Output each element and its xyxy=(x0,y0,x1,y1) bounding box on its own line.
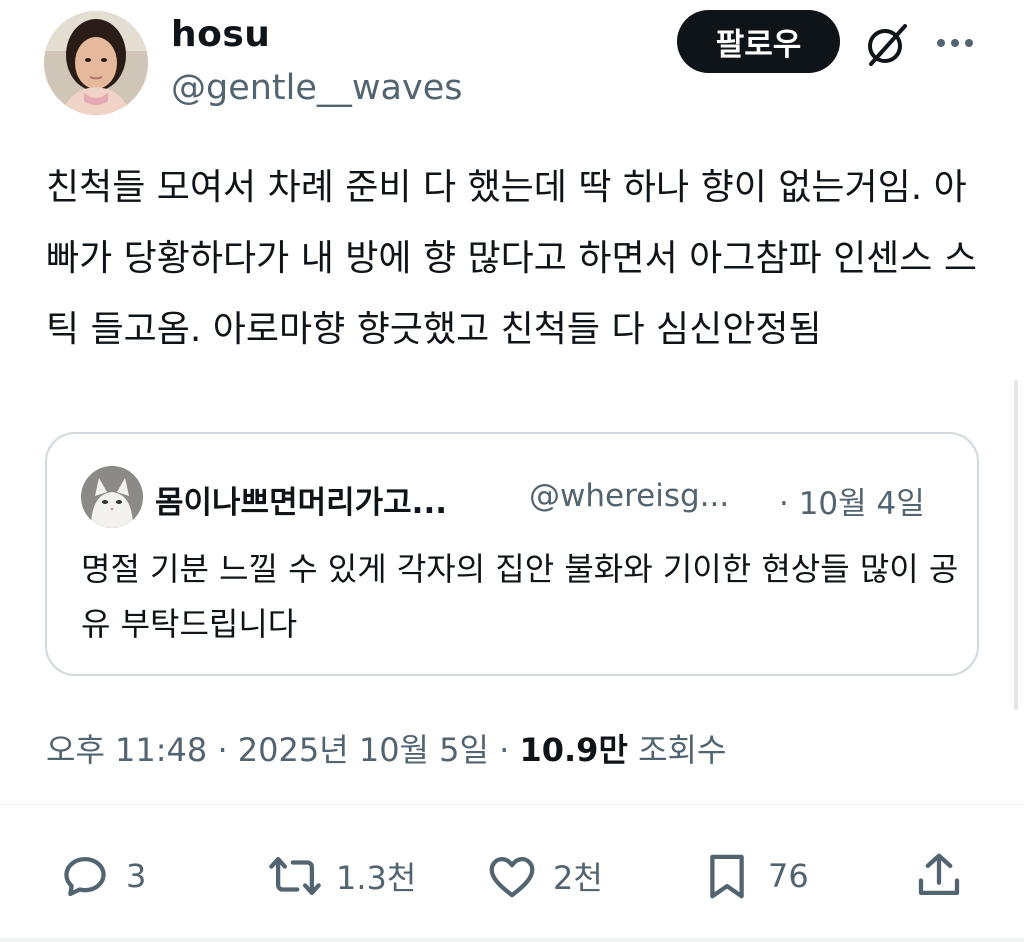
share-button[interactable] xyxy=(912,846,966,906)
reply-button[interactable]: 3 xyxy=(58,846,146,906)
scrollbar[interactable] xyxy=(1014,380,1018,710)
views-label: 조회수 xyxy=(638,731,727,769)
like-count: 2천 xyxy=(553,859,603,897)
quoted-tweet[interactable]: 몸이나쁘면머리가고... @whereisg... · 10월 4일 명절 기분… xyxy=(45,432,979,676)
grok-icon[interactable] xyxy=(861,18,913,70)
views-count: 10.9만 xyxy=(519,731,628,769)
retweet-count: 1.3천 xyxy=(336,859,417,897)
author-display-name[interactable]: hosu xyxy=(171,14,270,55)
retweet-button[interactable]: 1.3천 xyxy=(268,846,416,906)
quoted-tweet-text: 명절 기분 느낄 수 있게 각자의 집안 불화와 기이한 현상들 많이 공유 부… xyxy=(81,550,959,643)
tweet-meta: 오후 11:48 · 2025년 10월 5일 · 10.9만 조회수 xyxy=(46,725,726,771)
like-button[interactable]: 2천 xyxy=(485,846,603,906)
bottom-divider xyxy=(0,938,1024,942)
reply-icon xyxy=(64,856,106,897)
more-horizontal-icon[interactable] xyxy=(933,25,977,61)
author-avatar[interactable] xyxy=(44,11,148,115)
quoted-author-avatar xyxy=(81,466,143,528)
quoted-author-handle: @whereisg... xyxy=(529,478,730,514)
tweet-text: 친척들 모여서 차례 준비 다 했는데 딱 하나 향이 없는거임. 아빠가 당황… xyxy=(46,167,977,350)
bookmark-icon xyxy=(710,854,744,899)
quoted-author-name: 몸이나쁘면머리가고... xyxy=(155,485,448,521)
heart-icon xyxy=(489,856,535,898)
follow-button[interactable]: 팔로우 xyxy=(677,10,840,73)
retweet-icon xyxy=(269,856,321,896)
quoted-tweet-date: · 10월 4일 xyxy=(779,486,925,522)
reply-count: 3 xyxy=(126,857,147,895)
share-icon xyxy=(918,853,960,896)
bookmark-button[interactable]: 76 xyxy=(700,846,809,906)
tweet-timestamp[interactable]: 오후 11:48 · 2025년 10월 5일 · xyxy=(46,731,509,769)
divider xyxy=(0,804,1024,805)
author-handle[interactable]: @gentle__waves xyxy=(171,68,462,108)
bookmark-count: 76 xyxy=(768,857,809,895)
